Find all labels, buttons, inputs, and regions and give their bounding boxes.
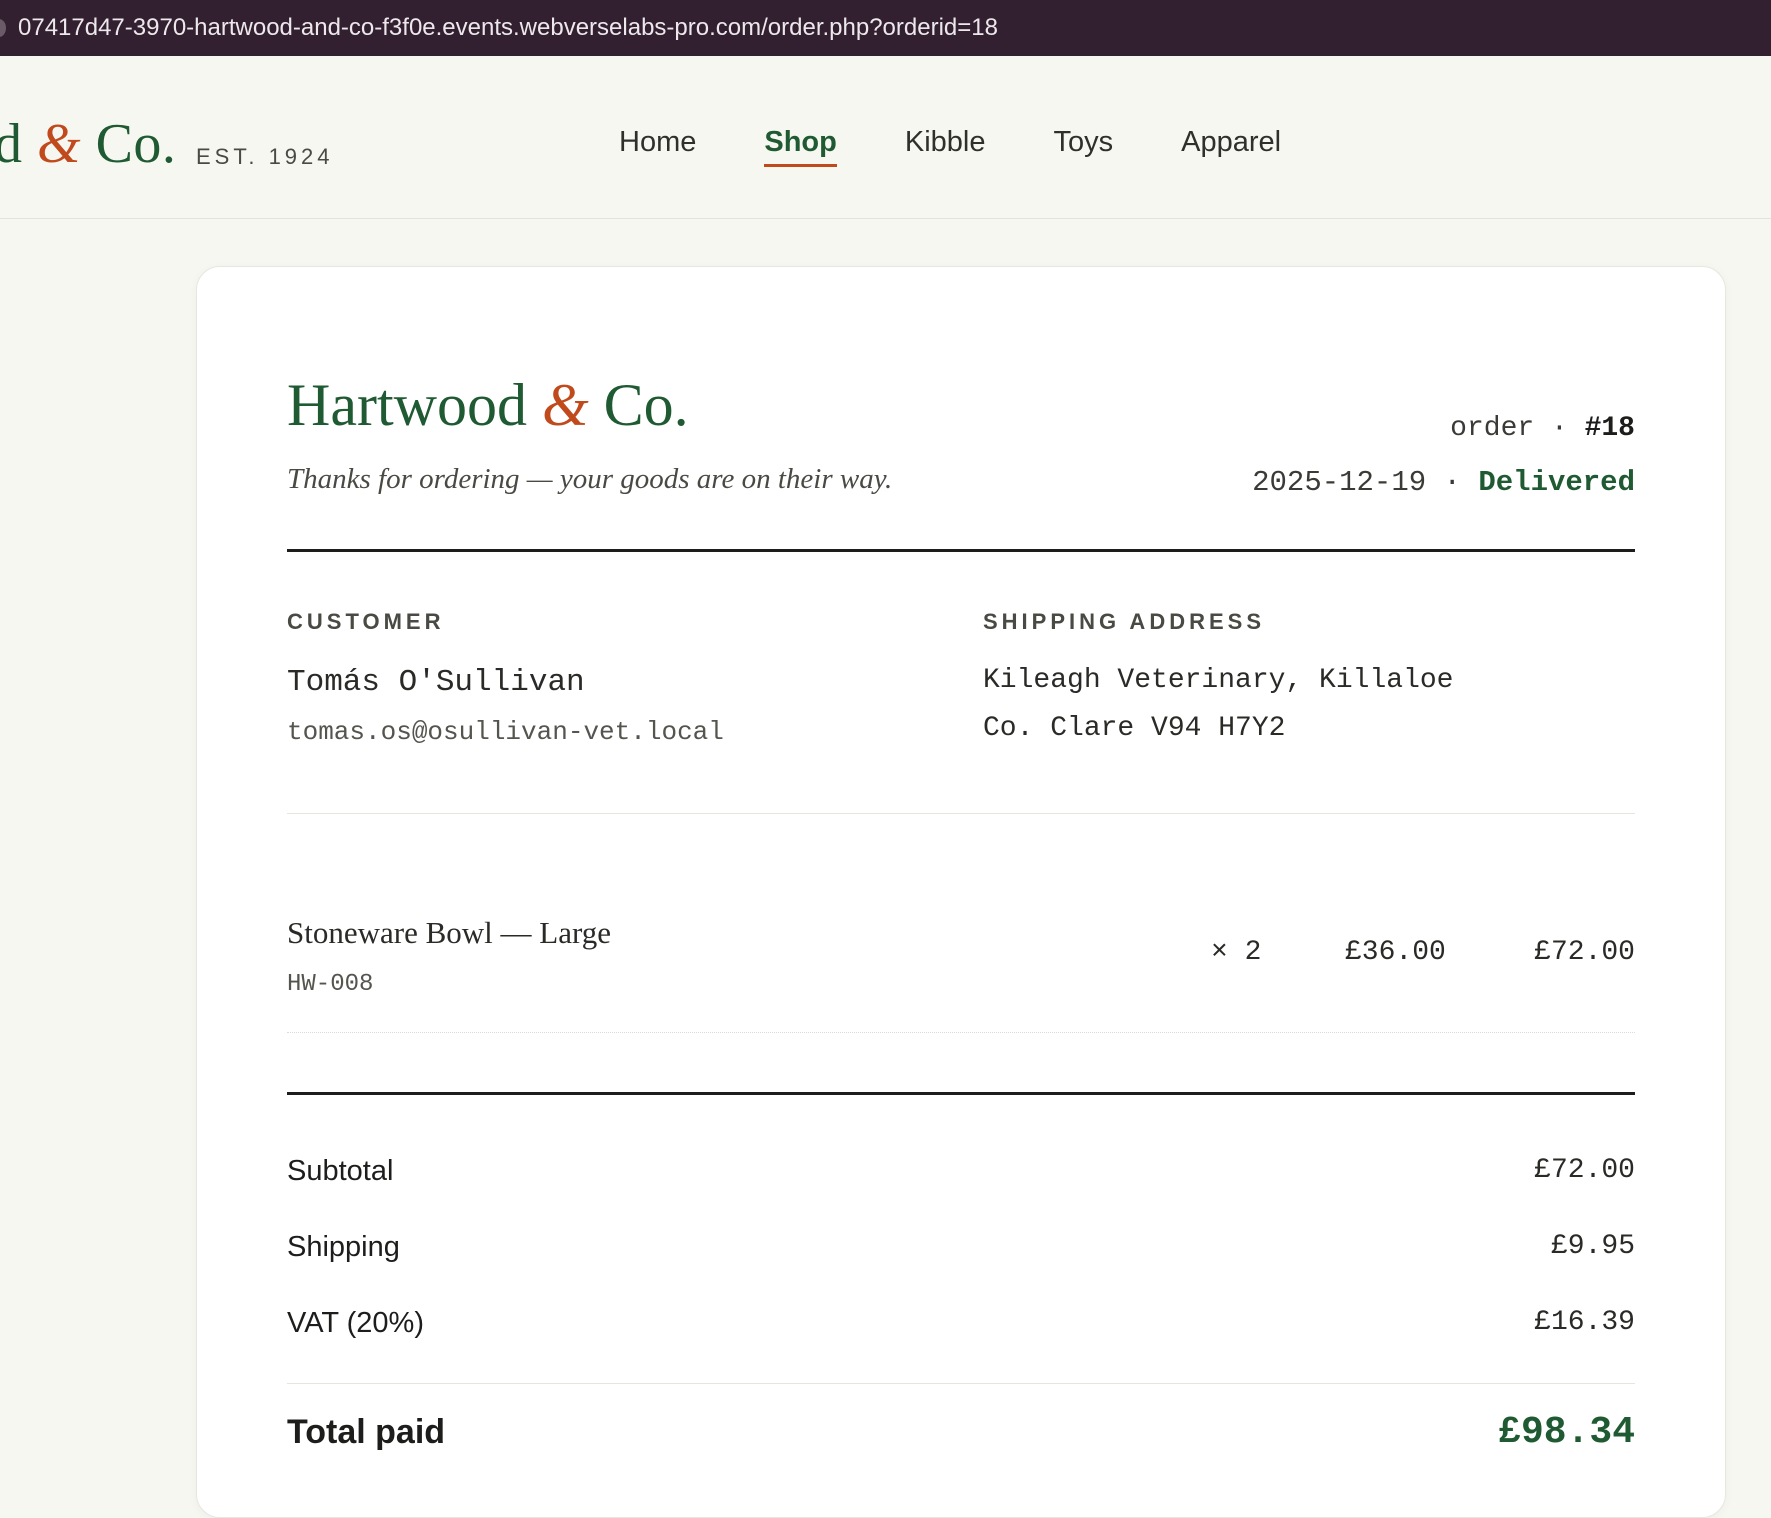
order-status-badge: Delivered [1478, 466, 1635, 499]
shipping-value: £9.95 [1550, 1231, 1635, 1262]
item-line-total: £72.00 [1534, 937, 1635, 968]
nav-home[interactable]: Home [619, 126, 696, 165]
order-id-line: order · #18 [1252, 413, 1635, 444]
item-sku: HW-008 [287, 971, 374, 998]
item-unit-price: £36.00 [1345, 937, 1446, 968]
nav-toys[interactable]: Toys [1053, 126, 1113, 165]
subtotal-value: £72.00 [1534, 1155, 1635, 1186]
total-paid-value: £98.34 [1498, 1411, 1635, 1454]
logo-text-start: d [0, 113, 23, 175]
established-label: EST. 1924 [196, 144, 334, 169]
shipping-address-label: SHIPPING ADDRESS [983, 609, 1266, 634]
receipt-brand-ampersand: & [541, 372, 589, 438]
logo-ampersand: & [37, 113, 82, 175]
site-info-icon[interactable] [0, 19, 6, 37]
shipping-label: Shipping [287, 1231, 400, 1263]
address-line-1: Kileagh Veterinary, Killaloe [983, 665, 1454, 696]
customer-email: tomas.os@osullivan-vet.local [287, 717, 724, 747]
main-nav: Home Shop Kibble Toys Apparel [619, 126, 1349, 167]
order-receipt-card: Hartwood & Co. Thanks for ordering — you… [196, 266, 1726, 1518]
subtotal-label: Subtotal [287, 1155, 394, 1187]
total-divider [287, 1383, 1635, 1384]
vat-value: £16.39 [1534, 1307, 1635, 1338]
item-quantity: × 2 [1211, 937, 1262, 968]
order-date: 2025-12-19 · [1252, 466, 1479, 499]
customer-label: CUSTOMER [287, 609, 445, 634]
address-line-2: Co. Clare V94 H7Y2 [983, 713, 1286, 744]
header-divider [287, 549, 1635, 552]
order-date-line: 2025-12-19 · Delivered [1252, 466, 1635, 499]
url-text[interactable]: 07417d47-3970-hartwood-and-co-f3f0e.even… [18, 14, 998, 41]
order-label: order · [1450, 413, 1585, 444]
nav-kibble[interactable]: Kibble [905, 126, 986, 165]
item-name: Stoneware Bowl — Large [287, 915, 611, 950]
item-divider [287, 1032, 1635, 1033]
order-meta: order · #18 2025-12-19 · Delivered [1252, 413, 1635, 499]
vat-label: VAT (20%) [287, 1307, 424, 1339]
order-number: #18 [1584, 413, 1635, 444]
site-logo[interactable]: d & Co. [0, 112, 176, 176]
receipt-brand-name: Hartwood [287, 372, 542, 438]
receipt-brand-suffix: Co. [588, 372, 689, 438]
logo-text-end: Co. [81, 113, 177, 175]
summary-divider [287, 1092, 1635, 1095]
total-paid-label: Total paid [287, 1413, 446, 1451]
nav-apparel[interactable]: Apparel [1181, 126, 1281, 165]
site-header: d & Co. EST. 1924 Home Shop Kibble Toys … [0, 68, 1771, 219]
receipt-brand: Hartwood & Co. [287, 371, 689, 440]
browser-address-bar[interactable]: 07417d47-3970-hartwood-and-co-f3f0e.even… [0, 0, 1771, 56]
nav-shop[interactable]: Shop [764, 126, 837, 167]
section-divider [287, 813, 1635, 814]
receipt-tagline: Thanks for ordering — your goods are on … [287, 463, 893, 495]
customer-name: Tomás O'Sullivan [287, 665, 585, 700]
